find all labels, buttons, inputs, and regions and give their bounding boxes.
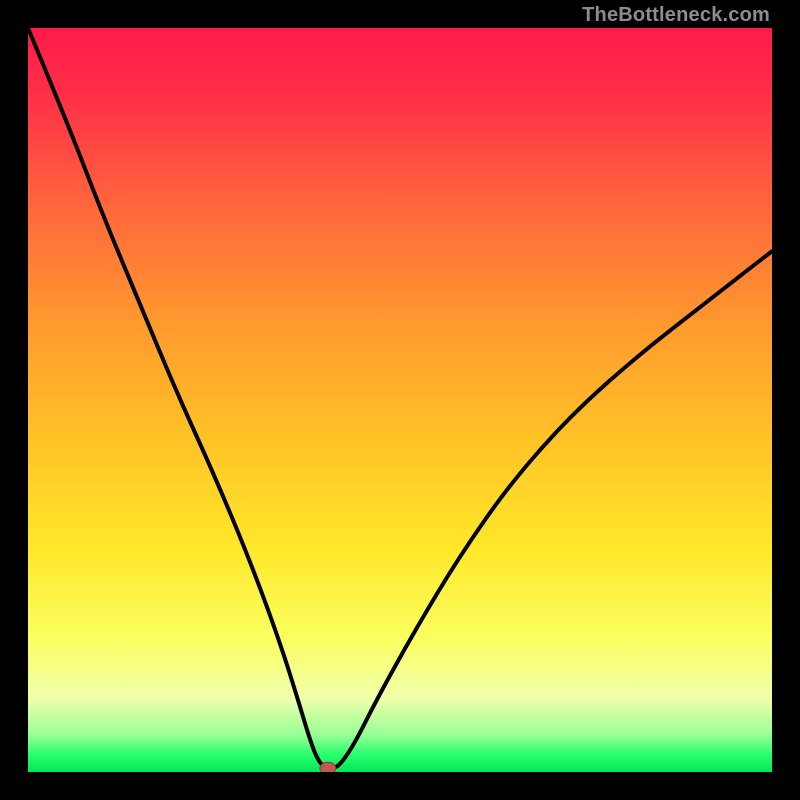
bottleneck-curve bbox=[28, 28, 772, 772]
chart-frame: TheBottleneck.com bbox=[0, 0, 800, 800]
plot-area bbox=[28, 28, 772, 772]
watermark-text: TheBottleneck.com bbox=[582, 4, 770, 27]
